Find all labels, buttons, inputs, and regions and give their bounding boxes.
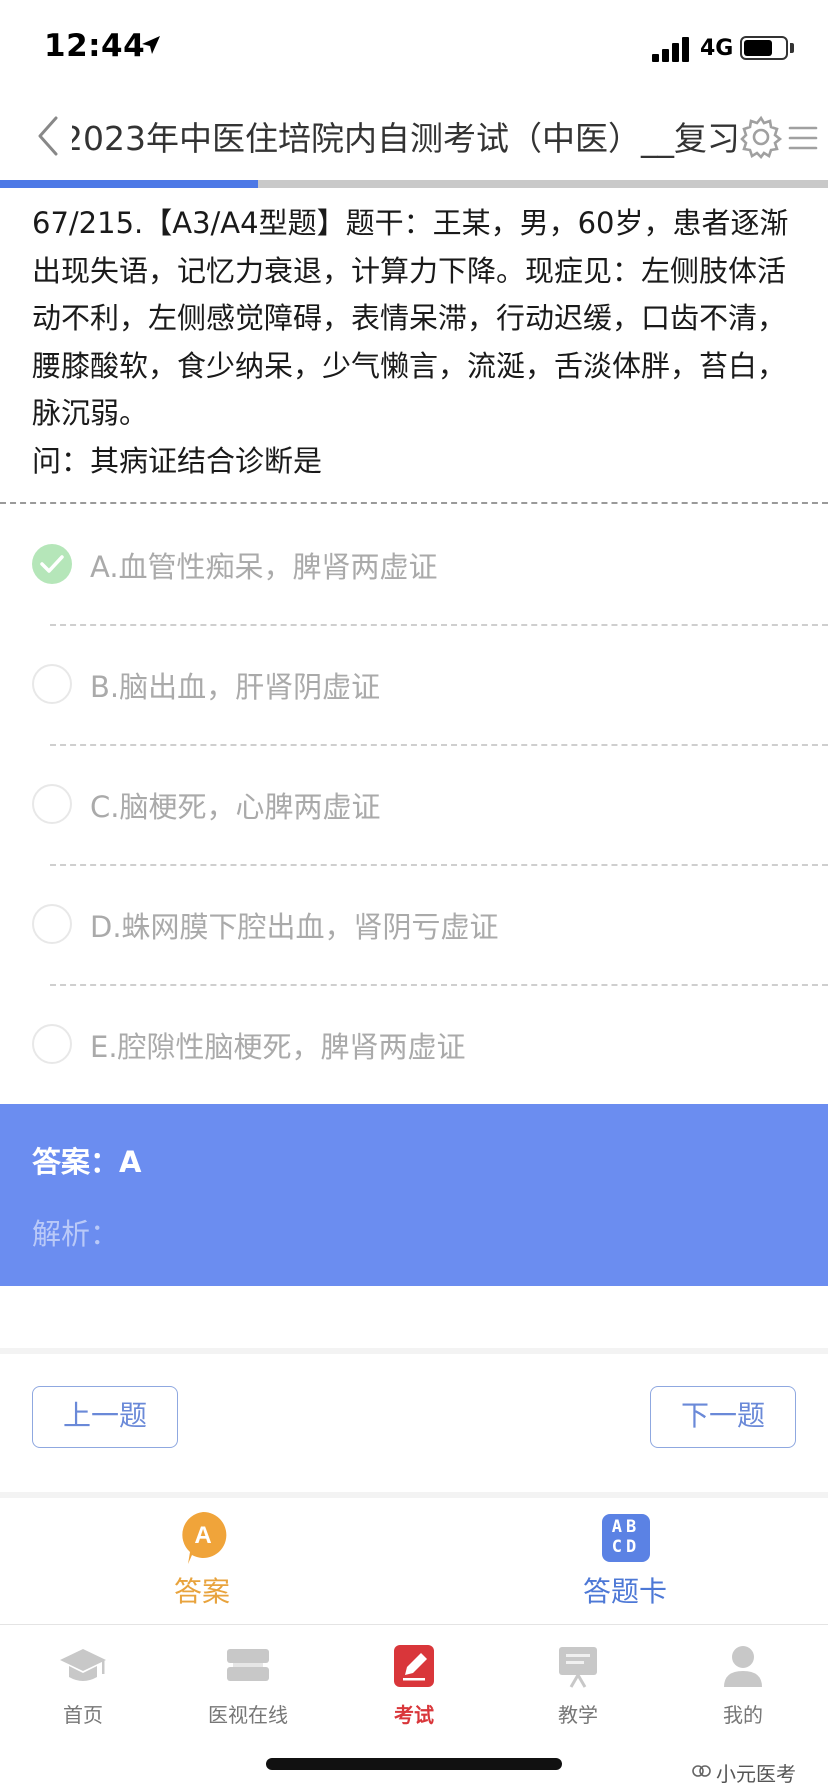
option-label: D.蛛网膜下腔出血，肾阴亏虚证 [90, 910, 499, 944]
question-stem: 67/215.【A3/A4型题】题干：王某，男，60岁，患者逐渐出现失语，记忆力… [32, 200, 802, 485]
tab-exam[interactable]: 考试 [349, 1643, 479, 1733]
battery-tip [790, 43, 794, 53]
option-radio[interactable] [32, 664, 72, 704]
answer-panel: 答案：A 解析： [0, 1104, 828, 1286]
answer-label: 答案： [32, 1145, 120, 1179]
section-divider [0, 1492, 828, 1498]
option-label: A.血管性痴呆，脾肾两虚证 [90, 550, 438, 584]
option-radio[interactable] [32, 544, 72, 584]
network-type: 4G [700, 36, 734, 61]
nav-bar: 2023年中医住培院内自测考试（中医）__复习 [0, 100, 828, 180]
status-time: 12:44 [44, 28, 146, 64]
question-prompt: 问：其病证结合诊断是 [32, 443, 323, 478]
next-question-button[interactable]: 下一题 [650, 1386, 796, 1448]
watermark: 小元医考 [716, 1758, 796, 1787]
tab-home[interactable]: 首页 [18, 1643, 148, 1733]
prev-question-button[interactable]: 上一题 [32, 1386, 178, 1448]
option-radio[interactable] [32, 784, 72, 824]
option-radio[interactable] [32, 904, 72, 944]
question-text: 67/215.【A3/A4型题】题干：王某，男，60岁，患者逐渐出现失语，记忆力… [32, 206, 789, 430]
tab-video-online[interactable]: 医视在线 [183, 1643, 313, 1733]
option-c[interactable]: C.脑梗死，心脾两虚证 [0, 746, 828, 866]
option-a[interactable]: A.血管性痴呆，脾肾两虚证 [0, 506, 828, 626]
analysis-label: 解析： [32, 1217, 120, 1251]
question-divider [0, 502, 828, 504]
progress-bar [0, 180, 828, 188]
option-e[interactable]: E.腔隙性脑梗死，脾肾两虚证 [0, 986, 828, 1106]
wechat-channel-icon [692, 1765, 711, 1777]
option-label: E.腔隙性脑梗死，脾肾两虚证 [90, 1030, 466, 1064]
option-b[interactable]: B.脑出血，肝肾阴虚证 [0, 626, 828, 746]
user-icon [724, 1646, 762, 1687]
location-arrow-icon [142, 36, 160, 54]
answer-card-icon: AB CD [602, 1514, 650, 1562]
show-answer-button[interactable]: A 答案 [132, 1510, 272, 1610]
answer-card-icon-row: AB [611, 1517, 641, 1537]
answer-value: A [119, 1145, 142, 1179]
answer-icon-letter: A [194, 1522, 211, 1549]
section-divider [0, 1348, 828, 1354]
home-indicator [266, 1758, 562, 1770]
tab-mine[interactable]: 我的 [678, 1643, 808, 1733]
tab-label: 我的 [723, 1703, 763, 1727]
option-label: B.脑出血，肝肾阴虚证 [90, 670, 381, 704]
back-chevron-icon[interactable] [28, 108, 72, 164]
tab-label: 考试 [394, 1703, 434, 1727]
watermark-text: 小元医考 [716, 1762, 796, 1786]
progress-fill [0, 180, 259, 188]
page-title: 2023年中医住培院内自测考试（中医）__复习 [62, 119, 740, 158]
battery-icon [740, 36, 788, 60]
answer-card-button[interactable]: AB CD 答题卡 [555, 1510, 695, 1610]
status-bar: 12:44 4G [0, 0, 828, 100]
option-label: C.脑梗死，心脾两虚证 [90, 790, 381, 824]
answer-card-label: 答题卡 [582, 1575, 667, 1608]
answer-card-icon-row: CD [611, 1537, 641, 1557]
option-d[interactable]: D.蛛网膜下腔出血，肾阴亏虚证 [0, 866, 828, 986]
answer-bubble-icon: A [182, 1511, 227, 1564]
graduation-cap-icon [60, 1649, 106, 1681]
tab-label: 首页 [63, 1703, 103, 1727]
exam-pen-icon [394, 1645, 434, 1687]
checkmark-icon [40, 555, 64, 573]
menu-list-icon[interactable] [786, 118, 826, 158]
answer-tool-label: 答案 [173, 1575, 230, 1608]
tab-label: 医视在线 [208, 1703, 288, 1727]
option-radio[interactable] [32, 1024, 72, 1064]
gear-icon[interactable] [736, 112, 786, 162]
cellular-signal-icon [652, 36, 692, 62]
tab-teaching[interactable]: 教学 [513, 1643, 643, 1733]
video-stack-icon [227, 1649, 269, 1681]
answer-line: 答案：A [32, 1139, 141, 1181]
teaching-board-icon [559, 1647, 597, 1688]
tab-label: 教学 [558, 1703, 598, 1727]
